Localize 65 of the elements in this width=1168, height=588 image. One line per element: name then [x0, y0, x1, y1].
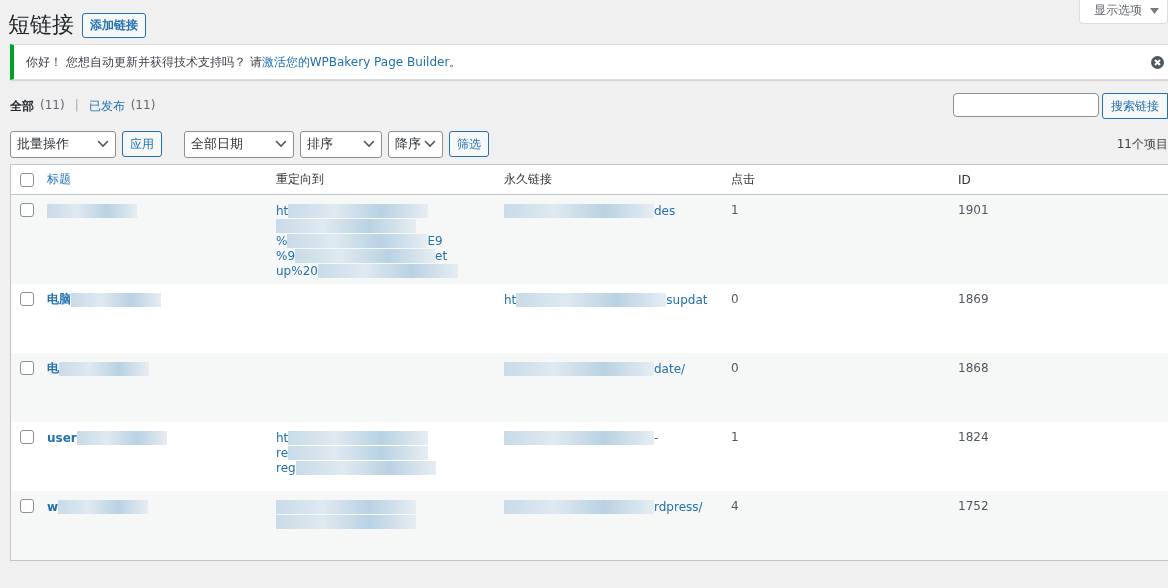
view-link[interactable]: 已发布: [88, 97, 125, 115]
permalink-url[interactable]: des: [654, 203, 676, 218]
close-icon[interactable]: [1151, 55, 1164, 69]
redirect-url[interactable]: reg: [276, 460, 296, 475]
row-checkbox[interactable]: [20, 361, 34, 375]
bulk-action-select[interactable]: 批量操作: [10, 130, 116, 158]
date-select[interactable]: 全部日期: [184, 130, 294, 158]
filter-button[interactable]: 筛选: [449, 131, 489, 157]
title-link[interactable]: 电: [47, 360, 59, 377]
column-header: 重定向到: [276, 171, 325, 188]
separator: |: [74, 97, 79, 114]
chevron-icon: [424, 140, 436, 148]
search-field[interactable]: [953, 93, 1099, 117]
column-header: ID: [958, 172, 972, 187]
redirect-url[interactable]: E9: [427, 233, 443, 248]
column-header: 永久链接: [504, 171, 553, 188]
link-id: 1752: [958, 499, 990, 513]
row-checkbox[interactable]: [20, 430, 34, 444]
row-checkbox[interactable]: [20, 203, 34, 217]
click-count: 1: [731, 430, 740, 444]
permalink-url[interactable]: ht: [504, 292, 517, 307]
link-id: 1824: [958, 430, 990, 444]
redirect-url[interactable]: %9: [276, 248, 296, 263]
add-link-button[interactable]: 添加链接: [82, 12, 146, 38]
row-checkbox[interactable]: [20, 292, 34, 306]
redirect-url[interactable]: et: [435, 248, 448, 263]
link-id: 1901: [958, 203, 990, 217]
order-select[interactable]: 降序: [388, 130, 443, 158]
redirect-url[interactable]: re: [276, 445, 289, 460]
redirect-url[interactable]: ht: [276, 430, 289, 445]
notice-text: 你好！ 您想自动更新并获得技术支持吗？ 请激活您的WPBakery Page Builder。: [26, 53, 462, 71]
view-count: (11): [40, 97, 65, 114]
click-count: 4: [731, 499, 740, 513]
redirect-url[interactable]: ht: [276, 203, 289, 218]
caret-icon: [1150, 7, 1159, 14]
link-id: 1869: [958, 292, 990, 306]
redirect-url[interactable]: %: [276, 233, 288, 248]
screen-options-tab[interactable]: 显示选项: [1079, 0, 1168, 24]
title-link[interactable]: user: [47, 430, 77, 445]
permalink-url[interactable]: -: [654, 430, 659, 445]
order-by-select[interactable]: 排序: [300, 130, 382, 158]
chevron-icon: [275, 140, 287, 148]
view-link[interactable]: 全部: [10, 97, 34, 115]
column-header[interactable]: 标题: [47, 171, 276, 188]
permalink-url[interactable]: supdat: [666, 292, 708, 307]
select-all-checkbox[interactable]: [20, 172, 34, 187]
search-button[interactable]: 搜索链接: [1102, 93, 1168, 119]
title-link[interactable]: 电脑: [47, 291, 71, 308]
permalink-url[interactable]: rdpress/: [654, 499, 703, 514]
item-count: 11个项目: [1116, 135, 1168, 153]
permalink-url[interactable]: date/: [654, 361, 686, 376]
click-count: 0: [731, 292, 740, 306]
apply-button[interactable]: 应用: [122, 131, 162, 157]
chevron-icon: [97, 140, 109, 148]
view-count: (11): [130, 97, 156, 114]
link-id: 1868: [958, 361, 990, 375]
click-count: 1: [731, 203, 740, 217]
redirect-url[interactable]: up%20: [276, 263, 318, 278]
column-header: 点击: [731, 171, 756, 188]
page-title: 短链接: [8, 11, 74, 39]
click-count: 0: [731, 361, 740, 375]
row-checkbox[interactable]: [20, 499, 34, 513]
title-link[interactable]: w: [47, 499, 59, 514]
activate-link[interactable]: 激活您的WPBakery Page Builder: [261, 54, 450, 69]
chevron-icon: [363, 140, 375, 148]
